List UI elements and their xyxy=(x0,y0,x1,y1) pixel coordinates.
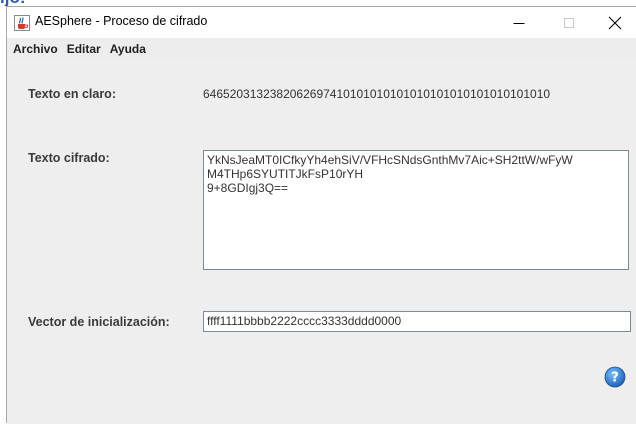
menu-ayuda[interactable]: Ayuda xyxy=(106,38,150,60)
minimize-button[interactable] xyxy=(496,7,542,38)
form-panel: Texto en claro: 646520313238206269741010… xyxy=(7,60,636,424)
menu-bar: Archivo Editar Ayuda xyxy=(7,38,636,60)
close-button[interactable] xyxy=(592,7,636,38)
app-window: AESphere - Proceso de cifrado Archivo Ed… xyxy=(6,6,636,424)
help-icon: ? xyxy=(604,366,626,388)
maximize-button[interactable] xyxy=(546,7,592,38)
ciphertext-label: Texto cifrado: xyxy=(28,151,110,165)
iv-label: Vector de inicialización: xyxy=(28,315,170,329)
ciphertext-line: YkNsJeaMT0ICfkyYh4ehSiV/VFHcSNdsGnthMv7A… xyxy=(207,153,573,167)
help-button[interactable]: ? xyxy=(604,366,626,388)
ciphertext-line: 9+8GDIgj3Q== xyxy=(207,181,289,195)
java-cup-icon xyxy=(14,15,30,31)
ciphertext-textarea[interactable]: YkNsJeaMT0ICfkyYh4ehSiV/VFHcSNdsGnthMv7A… xyxy=(203,150,629,270)
window-title: AESphere - Proceso de cifrado xyxy=(35,14,208,28)
svg-text:?: ? xyxy=(611,371,619,386)
ciphertext-line: M4THp6SYUTITJkFsP10rYH xyxy=(207,167,364,181)
iv-field[interactable]: ffff1111bbbb2222cccc3333dddd0000 xyxy=(203,311,631,332)
plaintext-label: Texto en claro: xyxy=(28,87,116,101)
title-bar: AESphere - Proceso de cifrado xyxy=(7,7,636,38)
minimize-icon xyxy=(513,22,525,24)
plaintext-field[interactable]: 6465203132382062697410101010101010101010… xyxy=(201,85,631,105)
close-icon xyxy=(608,16,622,29)
maximize-icon xyxy=(564,17,574,28)
menu-archivo[interactable]: Archivo xyxy=(9,38,62,60)
menu-editar[interactable]: Editar xyxy=(63,38,105,60)
